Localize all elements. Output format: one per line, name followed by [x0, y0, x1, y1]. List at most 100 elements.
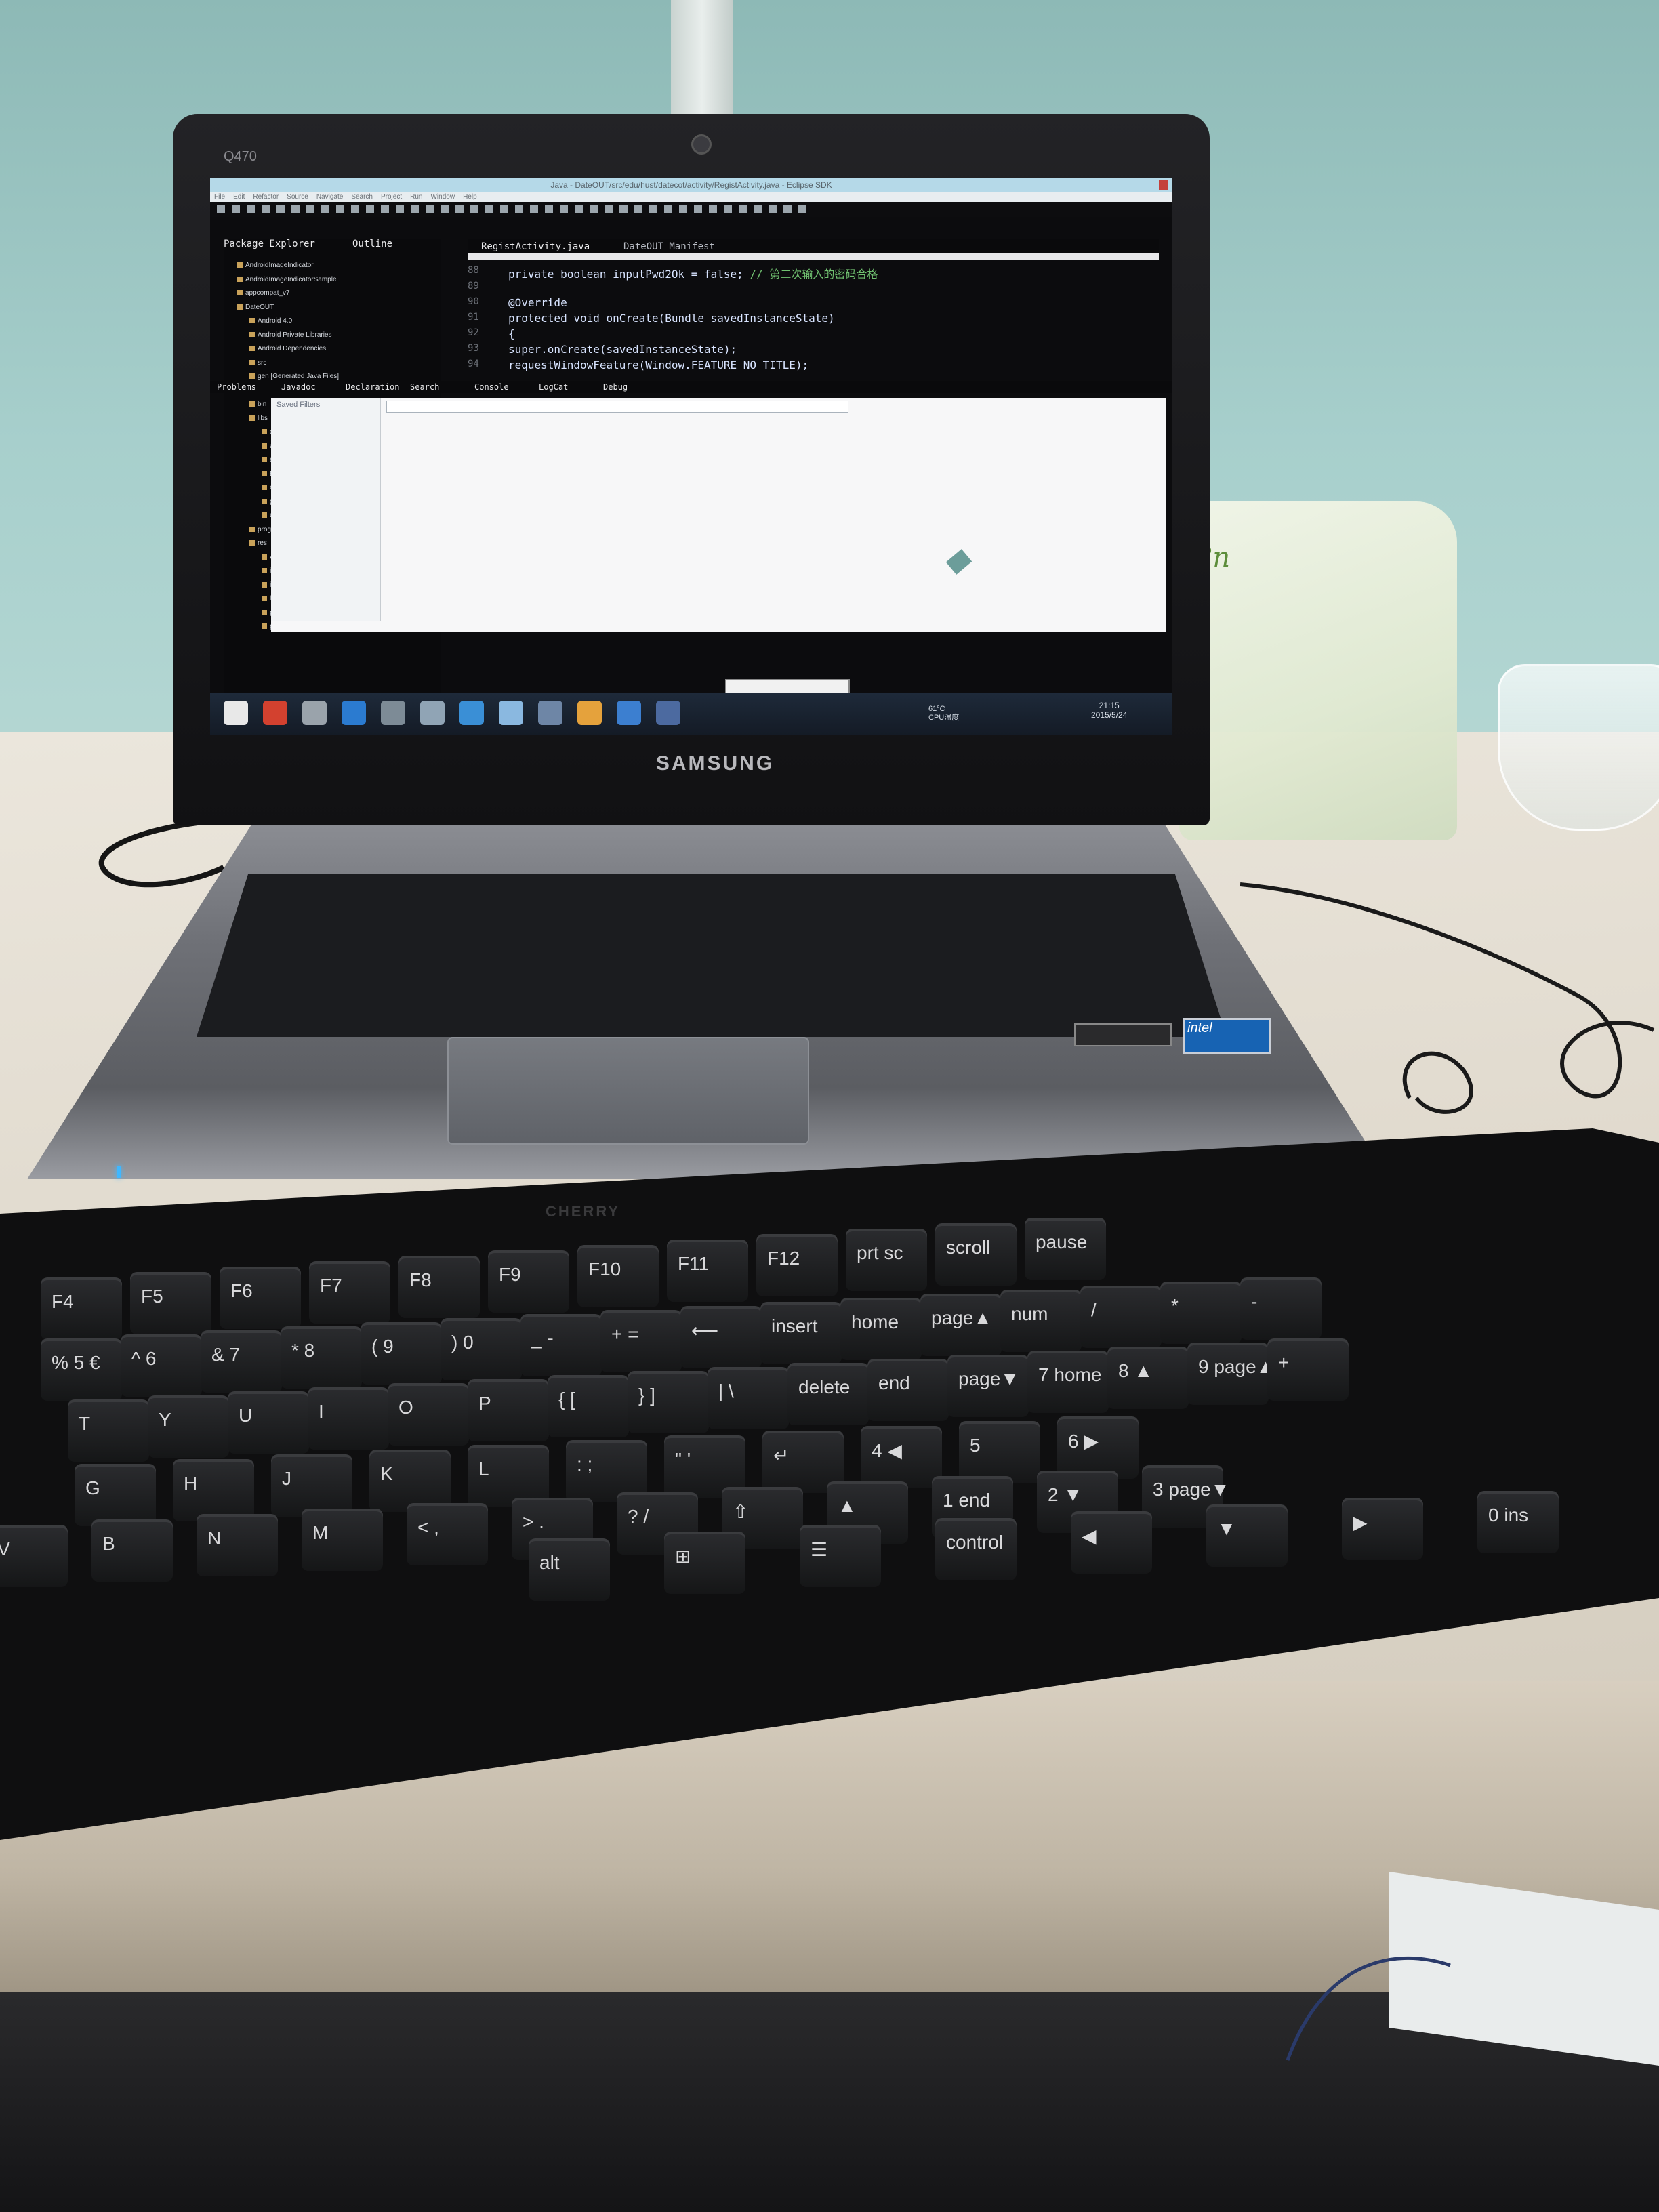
- toolbar-button-icon[interactable]: [247, 205, 255, 213]
- start-icon[interactable]: [224, 701, 248, 725]
- keyboard-key[interactable]: +: [1267, 1338, 1349, 1401]
- keyboard-key[interactable]: ⟵: [680, 1306, 762, 1368]
- tree-item[interactable]: libs: [249, 415, 268, 422]
- keyboard-key[interactable]: H: [173, 1459, 254, 1521]
- keyboard-key[interactable]: U: [228, 1391, 309, 1454]
- keyboard-key[interactable]: page▼: [947, 1355, 1029, 1417]
- toolbar-button-icon[interactable]: [783, 205, 792, 213]
- menu-item[interactable]: Run: [410, 193, 422, 201]
- toolbar-button-icon[interactable]: [575, 205, 583, 213]
- keyboard-key[interactable]: F8: [398, 1256, 480, 1318]
- toolbar-button-icon[interactable]: [485, 205, 493, 213]
- app-icon[interactable]: [499, 701, 523, 725]
- keyboard-key[interactable]: I: [308, 1387, 389, 1450]
- keyboard-key[interactable]: % 5 €: [41, 1338, 122, 1401]
- keyboard-key[interactable]: F6: [220, 1267, 301, 1329]
- view-tab[interactable]: Search: [410, 382, 439, 392]
- keyboard-key[interactable]: + =: [600, 1310, 682, 1372]
- tree-item[interactable]: res: [249, 539, 267, 547]
- keyboard-key[interactable]: F9: [488, 1250, 569, 1313]
- menu-item[interactable]: Help: [463, 193, 477, 201]
- toolbar-button-icon[interactable]: [679, 205, 687, 213]
- menu-item[interactable]: Project: [381, 193, 402, 201]
- toolbar-button-icon[interactable]: [351, 205, 359, 213]
- keyboard-key[interactable]: delete: [787, 1363, 869, 1425]
- keyboard-key[interactable]: 5: [959, 1421, 1040, 1483]
- toolbar-button-icon[interactable]: [739, 205, 747, 213]
- toolbar-button-icon[interactable]: [381, 205, 389, 213]
- keyboard-key[interactable]: & 7: [201, 1330, 282, 1393]
- toolbar-button-icon[interactable]: [396, 205, 404, 213]
- view-tab[interactable]: Javadoc: [281, 382, 316, 392]
- keyboard-key[interactable]: *: [1160, 1282, 1242, 1344]
- menu-item[interactable]: Edit: [233, 193, 245, 201]
- ie-icon[interactable]: [342, 701, 366, 725]
- keyboard-key[interactable]: _ -: [520, 1314, 602, 1376]
- keyboard-key[interactable]: pause: [1025, 1218, 1106, 1280]
- keyboard-key[interactable]: ^ 6: [121, 1334, 202, 1397]
- tab-outline[interactable]: Outline: [352, 239, 392, 249]
- keyboard-key[interactable]: F11: [667, 1240, 748, 1302]
- laptop-touchpad[interactable]: [447, 1037, 809, 1145]
- toolbar-button-icon[interactable]: [232, 205, 240, 213]
- toolbar-button-icon[interactable]: [262, 205, 270, 213]
- app-icon[interactable]: [577, 701, 602, 725]
- menu-item[interactable]: Refactor: [253, 193, 279, 201]
- toolbar-button-icon[interactable]: [545, 205, 553, 213]
- app-icon[interactable]: [263, 701, 287, 725]
- keyboard-key[interactable]: home: [840, 1298, 922, 1360]
- close-icon[interactable]: [1159, 180, 1168, 190]
- toolbar-button-icon[interactable]: [605, 205, 613, 213]
- keyboard-key[interactable]: 0 ins: [1477, 1491, 1559, 1553]
- keyboard-key[interactable]: prt sc: [846, 1229, 927, 1291]
- tree-item[interactable]: Android Dependencies: [249, 345, 326, 352]
- keyboard-key[interactable]: ) 0: [441, 1318, 522, 1380]
- keyboard-key[interactable]: B: [91, 1519, 173, 1582]
- keyboard-key[interactable]: ⊞: [664, 1532, 745, 1594]
- toolbar-button-icon[interactable]: [694, 205, 702, 213]
- code-editor[interactable]: 88 private boolean inputPwd2Ok = false; /…: [468, 262, 1159, 381]
- tree-item[interactable]: bin: [249, 401, 266, 408]
- toolbar-button-icon[interactable]: [366, 205, 374, 213]
- toolbar-button-icon[interactable]: [217, 205, 225, 213]
- toolbar-button-icon[interactable]: [336, 205, 344, 213]
- toolbar-button-icon[interactable]: [754, 205, 762, 213]
- app-icon[interactable]: [459, 701, 484, 725]
- tree-item[interactable]: DateOUT: [237, 304, 274, 311]
- keyboard-key[interactable]: < ,: [407, 1503, 488, 1565]
- eclipse-icon[interactable]: [538, 701, 562, 725]
- keyboard-key[interactable]: 4 ◀: [861, 1426, 942, 1488]
- menu-item[interactable]: Window: [430, 193, 455, 201]
- toolbar-button-icon[interactable]: [798, 205, 806, 213]
- toolbar-button-icon[interactable]: [634, 205, 642, 213]
- keyboard-key[interactable]: F10: [577, 1245, 659, 1307]
- keyboard-key[interactable]: G: [75, 1464, 156, 1526]
- toolbar-button-icon[interactable]: [530, 205, 538, 213]
- keyboard-key[interactable]: { [: [548, 1375, 629, 1437]
- keyboard-key[interactable]: /: [1080, 1286, 1162, 1348]
- folder-icon[interactable]: [302, 701, 327, 725]
- menu-item[interactable]: File: [214, 193, 225, 201]
- toolbar-button-icon[interactable]: [709, 205, 717, 213]
- keyboard-key[interactable]: J: [271, 1454, 352, 1517]
- keyboard-key[interactable]: O: [388, 1383, 469, 1446]
- keyboard-key[interactable]: scroll: [935, 1223, 1017, 1286]
- keyboard-key[interactable]: num: [1000, 1290, 1082, 1352]
- keyboard-key[interactable]: 6 ▶: [1057, 1416, 1139, 1479]
- keyboard-key[interactable]: N: [197, 1514, 278, 1576]
- app-icon[interactable]: [381, 701, 405, 725]
- keyboard-key[interactable]: * 8: [281, 1326, 362, 1389]
- keyboard-key[interactable]: 8 ▲: [1107, 1347, 1189, 1409]
- laptop-keyboard[interactable]: [197, 874, 1227, 1037]
- keyboard-key[interactable]: page▲: [920, 1294, 1002, 1356]
- toolbar-button-icon[interactable]: [664, 205, 672, 213]
- keyboard-key[interactable]: -: [1240, 1277, 1322, 1340]
- keyboard-key[interactable]: alt: [529, 1538, 610, 1601]
- toolbar-button-icon[interactable]: [560, 205, 568, 213]
- toolbar-button-icon[interactable]: [321, 205, 329, 213]
- tree-item[interactable]: AndroidImageIndicatorSample: [237, 276, 337, 283]
- tree-item[interactable]: AndroidImageIndicator: [237, 262, 314, 269]
- view-tab[interactable]: Debug: [603, 382, 628, 392]
- toolbar-button-icon[interactable]: [291, 205, 300, 213]
- keyboard-key[interactable]: ◀: [1071, 1511, 1152, 1574]
